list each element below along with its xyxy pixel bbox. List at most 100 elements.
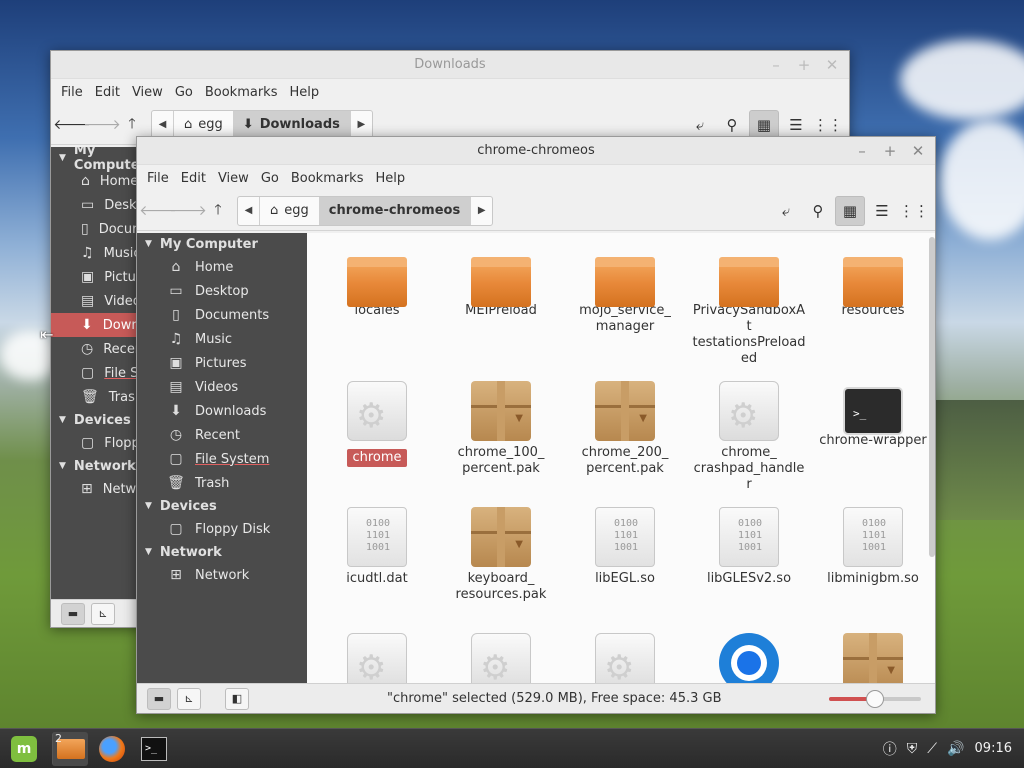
menu-file[interactable]: File <box>141 171 175 186</box>
file-item[interactable]: 0100 1101 1001 libminigbm.so <box>811 507 935 587</box>
search-icon[interactable]: ⚲ <box>717 110 747 140</box>
file-item[interactable]: 0100 1101 1001 icudtl.dat <box>315 507 439 587</box>
menu-help[interactable]: Help <box>283 85 325 100</box>
tree-toggle-icon[interactable]: ⊾ <box>91 602 115 625</box>
sidebar-item-file-system[interactable]: ▢File System <box>51 361 137 385</box>
icon-view-icon[interactable]: ▦ <box>835 195 865 226</box>
sidebar-item-videos[interactable]: ▤Videos <box>51 289 137 313</box>
file-item[interactable]: ⚙ chrome <box>315 381 439 467</box>
sidebar-heading-my-computer[interactable]: ▼My Computer <box>51 147 137 173</box>
up-arrow-icon[interactable]: 🡑 <box>117 110 147 140</box>
toggle-location-icon[interactable]: ⤶ <box>685 110 715 140</box>
sidebar-item-downloads[interactable]: ⬇Downloads <box>51 313 137 337</box>
sidebar-heading-network[interactable]: ▼ Network <box>51 455 137 477</box>
compact-view-icon[interactable]: ⋮⋮ <box>813 110 843 140</box>
sidebar-heading-devices[interactable]: ▼ Devices <box>51 409 137 431</box>
file-item[interactable]: 0100 1101 1001 libEGL.so <box>563 507 687 587</box>
tree-toggle-icon[interactable]: ⊾ <box>177 687 201 710</box>
taskbar-file-manager[interactable]: 2 <box>52 731 88 766</box>
menu-file[interactable]: File <box>55 85 89 100</box>
sidebar-item-network[interactable]: ⊞Network <box>137 563 307 587</box>
sidebar-heading-network[interactable]: ▼ Network <box>137 541 307 563</box>
clock[interactable]: 09:16 <box>975 741 1012 756</box>
sidebar-item-desktop[interactable]: ▭Desktop <box>51 193 137 217</box>
file-item[interactable]: MEIPreload <box>439 255 563 319</box>
menu-go[interactable]: Go <box>169 85 199 100</box>
file-item[interactable]: ⚙ <box>439 633 563 685</box>
minimize-button[interactable]: – <box>765 55 787 75</box>
sidebar-item-desktop[interactable]: ▭Desktop <box>137 279 307 303</box>
file-item[interactable]: ⚙ <box>315 633 439 685</box>
volume-icon[interactable]: 🔊 <box>947 741 964 757</box>
sidebar-item-file-system[interactable]: ▢File System <box>137 447 307 471</box>
crumb-downloads[interactable]: ⬇ Downloads <box>232 110 350 139</box>
file-item[interactable]: ⚙ <box>563 633 687 685</box>
file-item[interactable]: ▼ <box>811 633 935 685</box>
crumb-left-icon[interactable]: ◀ <box>238 196 260 225</box>
sidebar-item-recent[interactable]: ◷Recent <box>51 337 137 361</box>
places-toggle-icon[interactable]: ▬ <box>147 687 171 710</box>
sidebar-item-videos[interactable]: ▤Videos <box>137 375 307 399</box>
sidebar-heading-devices[interactable]: ▼ Devices <box>137 495 307 517</box>
file-item[interactable]: >_ chrome-wrapper <box>811 381 935 449</box>
crumb-egg[interactable]: ⌂ egg <box>174 111 233 139</box>
shield-icon[interactable]: ⛨ <box>907 741 918 757</box>
taskbar-terminal[interactable]: >_ <box>136 732 172 766</box>
file-item[interactable]: ⚙ chrome_ crashpad_handler <box>687 381 811 493</box>
menu-help[interactable]: Help <box>369 171 411 186</box>
crumb-left-icon[interactable]: ◀ <box>152 110 174 139</box>
file-item[interactable] <box>687 633 811 685</box>
crumb-egg[interactable]: ⌂ egg <box>260 197 319 225</box>
minimize-button[interactable]: – <box>851 141 873 161</box>
sidebar-item-floppy[interactable]: ▢Floppy Disk <box>51 431 137 455</box>
sidebar-item-home[interactable]: ⌂ Home <box>137 255 307 279</box>
menu-go[interactable]: Go <box>255 171 285 186</box>
list-view-icon[interactable]: ☰ <box>781 110 811 140</box>
menu-edit[interactable]: Edit <box>89 85 126 100</box>
icon-view-icon[interactable]: ▦ <box>749 109 779 140</box>
file-item[interactable]: locales <box>315 255 439 319</box>
sidebar-item-pictures[interactable]: ▣Pictures <box>51 265 137 289</box>
sidebar-item-network[interactable]: ⊞Network <box>51 477 137 501</box>
places-toggle-icon[interactable]: ▬ <box>61 602 85 625</box>
sidebar-item-pictures[interactable]: ▣Pictures <box>137 351 307 375</box>
file-item[interactable]: ▼ chrome_200_ percent.pak <box>563 381 687 477</box>
menu-view[interactable]: View <box>126 85 169 100</box>
compact-view-icon[interactable]: ⋮⋮ <box>899 196 929 226</box>
sidebar-item-trash[interactable]: 🗑Trash <box>51 385 137 409</box>
zoom-slider[interactable] <box>829 690 921 708</box>
list-view-icon[interactable]: ☰ <box>867 196 897 226</box>
menu-button[interactable]: m <box>6 732 42 766</box>
menu-view[interactable]: View <box>212 171 255 186</box>
search-icon[interactable]: ⚲ <box>803 196 833 226</box>
file-item[interactable]: 0100 1101 1001 libGLESv2.so <box>687 507 811 587</box>
close-button[interactable]: ✕ <box>907 141 929 161</box>
maximize-button[interactable]: + <box>793 55 815 75</box>
up-arrow-icon[interactable]: 🡑 <box>203 196 233 226</box>
downloads-titlebar[interactable]: Downloads – + ✕ <box>51 51 849 79</box>
chrome-chromeos-window[interactable]: chrome-chromeos – + ✕ File Edit View Go … <box>136 136 936 714</box>
crumb-chrome-chromeos[interactable]: chrome-chromeos <box>318 196 471 225</box>
crumb-right-icon[interactable]: ▶ <box>349 110 372 139</box>
file-grid[interactable]: locales MEIPreload mojo_service_ manager Pr… <box>307 233 935 685</box>
sidebar-item-documents[interactable]: ▯Documents <box>137 303 307 327</box>
forward-arrow-icon[interactable]: 🡒 <box>83 110 121 140</box>
chrome-chromeos-titlebar[interactable]: chrome-chromeos – + ✕ <box>137 137 935 165</box>
menu-edit[interactable]: Edit <box>175 171 212 186</box>
close-button[interactable]: ✕ <box>821 55 843 75</box>
sidebar-item-trash[interactable]: 🗑Trash <box>137 471 307 495</box>
file-item[interactable]: resources <box>811 255 935 319</box>
forward-arrow-icon[interactable]: 🡒 <box>169 196 207 226</box>
taskbar-firefox[interactable] <box>94 732 130 766</box>
file-item[interactable]: PrivacySandboxAt testationsPreload ed <box>687 255 811 367</box>
network-icon[interactable]: ⟋ <box>927 741 937 757</box>
menu-bookmarks[interactable]: Bookmarks <box>199 85 284 100</box>
sidebar-item-documents[interactable]: ▯Documents <box>51 217 137 241</box>
crumb-right-icon[interactable]: ▶ <box>470 196 492 225</box>
file-item[interactable]: mojo_service_ manager <box>563 255 687 335</box>
sidebar-item-music[interactable]: ♫ Music <box>51 241 137 265</box>
sidebar-item-floppy[interactable]: ▢Floppy Disk <box>137 517 307 541</box>
sidebar-item-downloads[interactable]: ⬇Downloads <box>137 399 307 423</box>
sidebar-item-recent[interactable]: ◷Recent <box>137 423 307 447</box>
hide-sidebar-icon[interactable]: ◧ <box>225 687 249 710</box>
